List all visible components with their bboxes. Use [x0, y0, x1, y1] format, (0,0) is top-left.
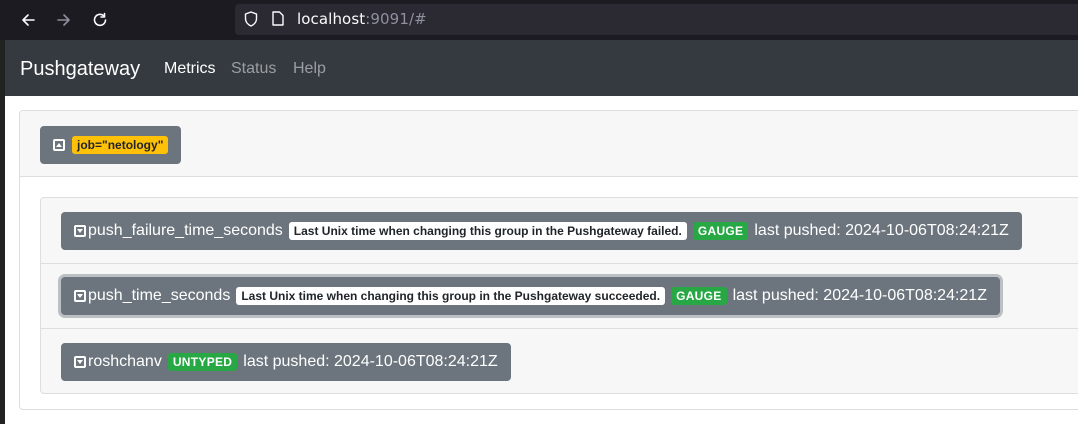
metric-row: push_failure_time_seconds Last Unix time… — [41, 198, 1078, 264]
group-toggle-button[interactable]: job="netology" — [40, 126, 182, 164]
brand-link[interactable]: Pushgateway — [20, 58, 140, 81]
left-edge — [0, 40, 5, 424]
back-button[interactable] — [16, 8, 40, 32]
group-card-header: job="netology" — [20, 111, 1078, 177]
reload-button[interactable] — [88, 8, 112, 32]
metric-toggle-button[interactable]: roshchanv UNTYPED last pushed: 2024-10-0… — [61, 343, 511, 381]
nav-metrics[interactable]: Metrics — [164, 60, 216, 78]
metric-toggle-button[interactable]: push_time_seconds Last Unix time when ch… — [61, 277, 1000, 315]
metric-row: roshchanv UNTYPED last pushed: 2024-10-0… — [41, 329, 1078, 393]
metric-help-badge: Last Unix time when changing this group … — [236, 287, 666, 305]
navbar: Pushgateway Metrics Status Help — [5, 40, 1078, 96]
expand-icon — [74, 290, 86, 302]
job-label-badge: job="netology" — [72, 136, 169, 154]
forward-button[interactable] — [52, 8, 76, 32]
collapse-icon — [53, 139, 65, 151]
shield-icon — [244, 11, 258, 27]
metrics-list: push_failure_time_seconds Last Unix time… — [40, 197, 1078, 394]
url-text: localhost:9091/# — [297, 10, 427, 28]
nav-help[interactable]: Help — [293, 60, 326, 78]
reload-icon — [93, 12, 107, 27]
arrow-right-icon — [57, 14, 70, 26]
page-icon — [272, 11, 284, 26]
metric-name: push_failure_time_seconds — [88, 222, 283, 239]
metric-type-badge: GAUGE — [671, 287, 727, 305]
expand-icon — [74, 225, 86, 237]
last-pushed-text: last pushed: 2024-10-06T08:24:21Z — [754, 222, 1009, 239]
metric-help-badge: Last Unix time when changing this group … — [288, 222, 687, 240]
metric-row: push_time_seconds Last Unix time when ch… — [41, 264, 1078, 329]
browser-toolbar: localhost:9091/# — [0, 0, 1078, 40]
metric-type-badge: GAUGE — [692, 222, 749, 240]
metric-name: roshchanv — [88, 353, 162, 370]
arrow-left-icon — [22, 14, 35, 26]
metric-name: push_time_seconds — [88, 287, 231, 304]
metric-type-badge: UNTYPED — [167, 353, 238, 371]
metric-toggle-button[interactable]: push_failure_time_seconds Last Unix time… — [61, 212, 1022, 250]
last-pushed-text: last pushed: 2024-10-06T08:24:21Z — [243, 353, 498, 370]
expand-icon — [74, 356, 86, 368]
last-pushed-text: last pushed: 2024-10-06T08:24:21Z — [732, 287, 987, 304]
nav-status[interactable]: Status — [231, 60, 276, 78]
group-card: job="netology" push_failure_time_seconds… — [19, 110, 1078, 410]
